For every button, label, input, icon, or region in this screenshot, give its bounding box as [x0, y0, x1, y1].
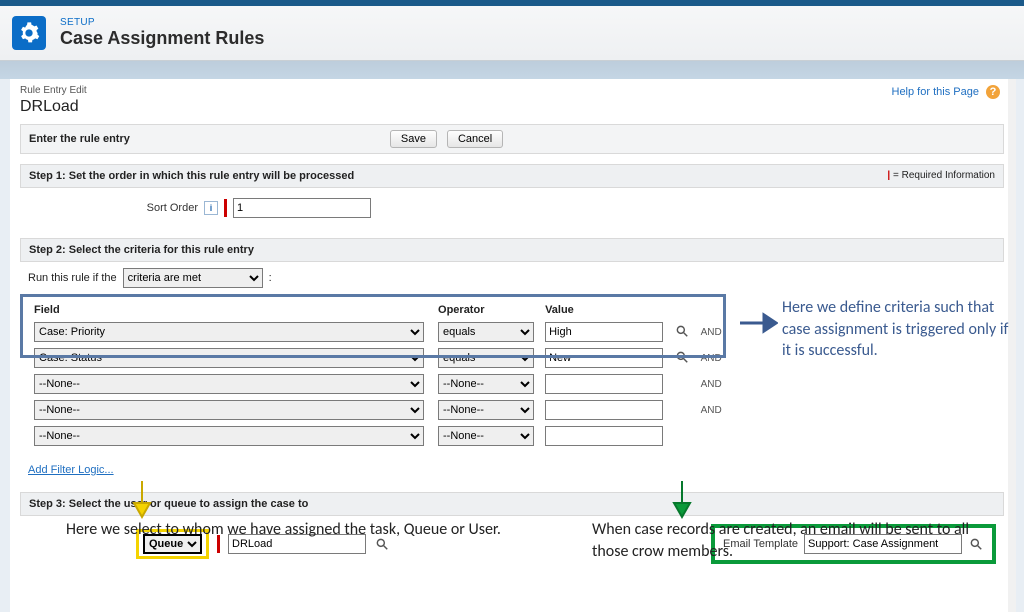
- rule-name: DRLoad: [20, 98, 1004, 116]
- field-select[interactable]: --None--: [34, 400, 424, 420]
- cancel-button[interactable]: Cancel: [447, 130, 503, 148]
- criteria-annotation: Here we define criteria such that case a…: [782, 297, 1012, 362]
- criteria-table: Field Operator Value Case: Priority equa…: [28, 300, 728, 450]
- step3-header: Step 3: Select the user or queue to assi…: [20, 492, 1004, 516]
- value-input[interactable]: [545, 374, 663, 394]
- field-select[interactable]: --None--: [34, 426, 424, 446]
- operator-select[interactable]: --None--: [438, 426, 534, 446]
- step3-title: Step 3: Select the user or queue to assi…: [29, 498, 308, 510]
- help-icon: ?: [986, 85, 1000, 99]
- operator-select[interactable]: equals: [438, 348, 534, 368]
- sort-order-label: Sort Order: [28, 202, 198, 214]
- lookup-icon[interactable]: [674, 349, 690, 365]
- col-value: Value: [541, 302, 668, 318]
- queue-annotation: Here we select to whom we have assigned …: [66, 519, 606, 541]
- and-label: AND: [697, 320, 726, 344]
- required-note: | = Required Information: [887, 170, 995, 181]
- run-rule-label: Run this rule if the: [28, 272, 117, 284]
- operator-select[interactable]: --None--: [438, 400, 534, 420]
- criteria-row: --None-- --None-- AND: [30, 398, 726, 422]
- value-input[interactable]: [545, 322, 663, 342]
- add-filter-link[interactable]: Add Filter Logic...: [28, 464, 114, 476]
- save-button[interactable]: Save: [390, 130, 437, 148]
- breadcrumb: Rule Entry Edit: [20, 85, 1004, 96]
- arrow-down-icon: [670, 479, 694, 519]
- setup-eyebrow: SETUP: [60, 17, 264, 28]
- and-label: AND: [697, 346, 726, 370]
- decorative-band: [0, 61, 1024, 79]
- sort-order-input[interactable]: [233, 198, 371, 218]
- value-input[interactable]: [545, 348, 663, 368]
- sort-order-row: Sort Order i: [20, 188, 1004, 228]
- lookup-icon[interactable]: [674, 323, 690, 339]
- and-label: AND: [697, 398, 726, 422]
- step1-header: Step 1: Set the order in which this rule…: [20, 164, 1004, 188]
- info-icon[interactable]: i: [204, 201, 218, 215]
- col-field: Field: [30, 302, 432, 318]
- page-header: SETUP Case Assignment Rules: [0, 0, 1024, 61]
- gear-icon: [12, 16, 46, 50]
- run-rule-row: Run this rule if the criteria are met :: [20, 262, 1004, 294]
- header-titles: SETUP Case Assignment Rules: [60, 17, 264, 49]
- field-select[interactable]: --None--: [34, 374, 424, 394]
- run-rule-select[interactable]: criteria are met: [123, 268, 263, 288]
- operator-select[interactable]: --None--: [438, 374, 534, 394]
- page-content: Help for this Page ? Rule Entry Edit DRL…: [10, 79, 1014, 612]
- page-title: Case Assignment Rules: [60, 28, 264, 49]
- help-link[interactable]: Help for this Page ?: [892, 85, 1001, 99]
- section-title: Enter the rule entry: [29, 133, 130, 145]
- criteria-row: --None-- --None-- AND: [30, 372, 726, 396]
- field-select[interactable]: Case: Status: [34, 348, 424, 368]
- criteria-row: Case: Priority equals AND: [30, 320, 726, 344]
- criteria-row: --None-- --None--: [30, 424, 726, 448]
- section-enter-rule: Enter the rule entry Save Cancel: [20, 124, 1004, 154]
- value-input[interactable]: [545, 400, 663, 420]
- col-operator: Operator: [434, 302, 539, 318]
- required-bar-icon: [224, 199, 227, 217]
- step1-title: Step 1: Set the order in which this rule…: [29, 170, 354, 182]
- value-input[interactable]: [545, 426, 663, 446]
- criteria-header-row: Field Operator Value: [30, 302, 726, 318]
- step2-header: Step 2: Select the criteria for this rul…: [20, 238, 1004, 262]
- operator-select[interactable]: equals: [438, 322, 534, 342]
- criteria-row: Case: Status equals AND: [30, 346, 726, 370]
- arrow-right-icon: [738, 309, 778, 337]
- and-label: AND: [697, 372, 726, 396]
- field-select[interactable]: Case: Priority: [34, 322, 424, 342]
- help-label: Help for this Page: [892, 86, 979, 98]
- step2-title: Step 2: Select the criteria for this rul…: [29, 244, 254, 256]
- arrow-down-icon: [130, 479, 154, 519]
